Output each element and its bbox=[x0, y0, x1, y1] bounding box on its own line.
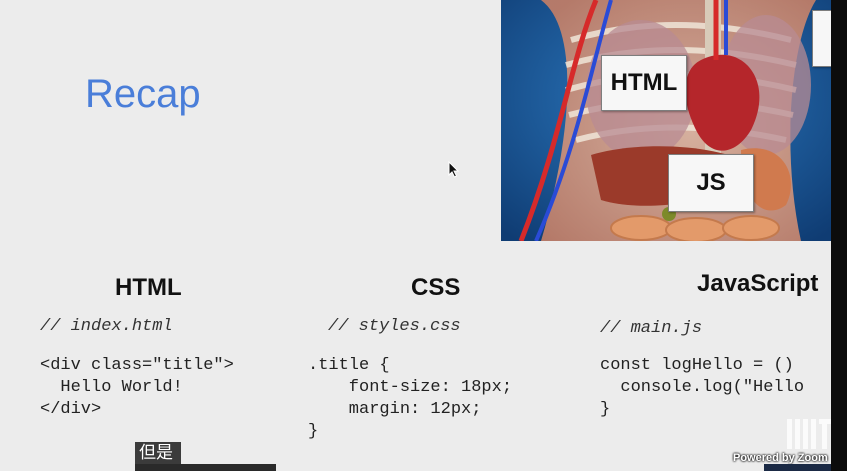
js-label-text: JS bbox=[696, 169, 726, 196]
js-file-comment: // main.js bbox=[600, 319, 703, 338]
html-label-box: HTML bbox=[601, 55, 687, 111]
css-heading: CSS bbox=[411, 274, 461, 301]
subtitle-caption-strip bbox=[135, 464, 276, 471]
mit-logo-icon bbox=[787, 419, 831, 449]
css-label-box-partial bbox=[812, 10, 831, 67]
css-code-snippet: .title { font-size: 18px; margin: 12px; … bbox=[308, 356, 513, 441]
html-file-comment: // index.html bbox=[40, 317, 173, 336]
subtitle-caption: 但是 bbox=[135, 442, 181, 464]
mouse-cursor-icon bbox=[448, 161, 460, 178]
presentation-slide: Recap HTML JS HTML // index.html <div cl… bbox=[0, 0, 831, 471]
html-code-snippet: <div class="title"> Hello World! </div> bbox=[40, 356, 234, 419]
javascript-heading: JavaScript bbox=[697, 270, 819, 297]
css-file-comment: // styles.css bbox=[328, 317, 461, 336]
js-label-box: JS bbox=[668, 154, 754, 212]
zoom-watermark: Powered by Zoom bbox=[733, 452, 828, 464]
right-edge-bar bbox=[831, 0, 847, 471]
html-heading: HTML bbox=[115, 274, 182, 301]
torso-illustration bbox=[501, 0, 831, 241]
zoom-status-chip bbox=[764, 464, 831, 471]
slide-title: Recap bbox=[85, 72, 201, 116]
anatomy-image: HTML JS bbox=[501, 0, 831, 241]
js-code-snippet: const logHello = () console.log("Hello } bbox=[600, 356, 805, 419]
